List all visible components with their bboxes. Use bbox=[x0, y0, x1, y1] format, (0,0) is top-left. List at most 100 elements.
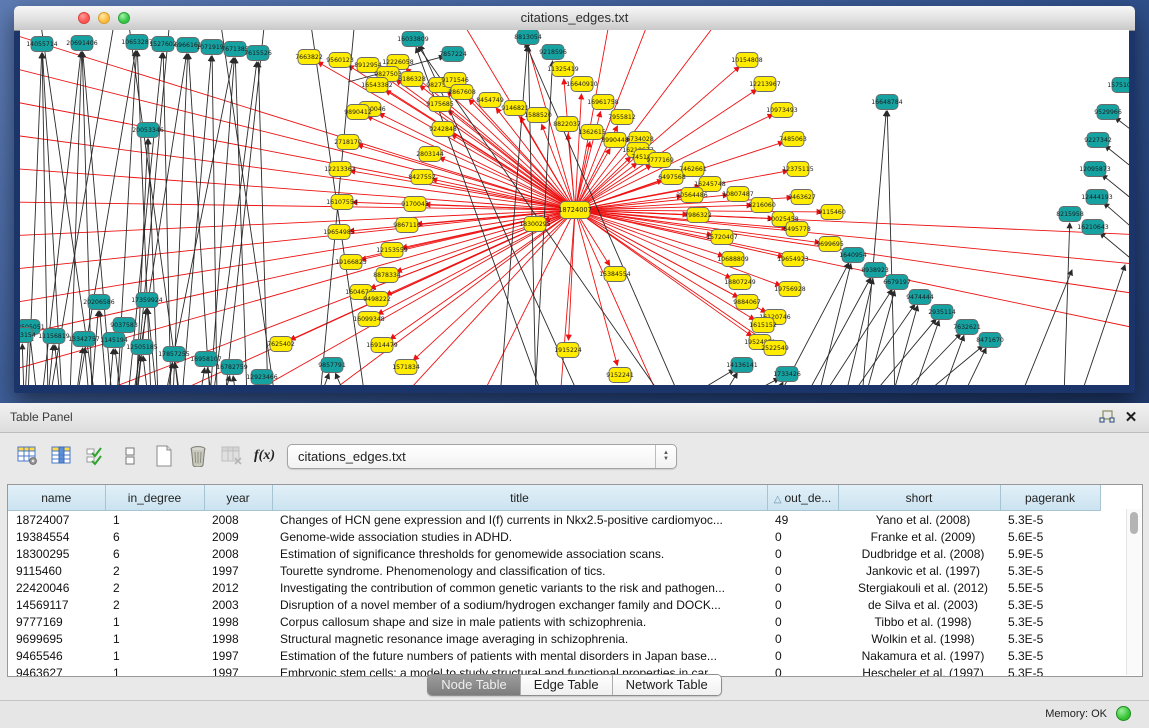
network-node[interactable]: 1527602 bbox=[149, 37, 177, 52]
network-node[interactable]: 14055714 bbox=[26, 37, 58, 52]
network-node[interactable]: 2935114 bbox=[928, 305, 956, 320]
float-panel-icon[interactable] bbox=[1097, 408, 1117, 426]
network-node[interactable]: 2803144 bbox=[416, 147, 444, 162]
network-node[interactable]: 9227342 bbox=[1084, 133, 1112, 148]
network-node[interactable]: 9857791 bbox=[318, 358, 346, 373]
network-node[interactable]: 8878334 bbox=[373, 268, 401, 283]
network-node[interactable]: 7485063 bbox=[779, 132, 807, 147]
network-node[interactable]: 12213363 bbox=[324, 162, 356, 177]
network-node[interactable]: 7857224 bbox=[439, 47, 467, 62]
network-node[interactable]: 8822037 bbox=[553, 117, 581, 132]
scrollbar-thumb[interactable] bbox=[1130, 512, 1138, 534]
network-node[interactable]: 10653287 bbox=[121, 35, 153, 50]
table-settings-icon[interactable] bbox=[14, 443, 41, 469]
dropdown-stepper-icon[interactable]: ▲▼ bbox=[655, 445, 676, 468]
network-node[interactable]: 1915224 bbox=[554, 343, 582, 358]
network-node[interactable]: 16961758 bbox=[587, 95, 619, 110]
close-panel-icon[interactable]: ✕ bbox=[1121, 408, 1141, 426]
network-node[interactable]: 9242848 bbox=[429, 122, 457, 137]
network-node[interactable]: 9498222 bbox=[363, 292, 391, 307]
network-node[interactable]: 16099348 bbox=[353, 312, 385, 327]
network-node[interactable]: 9560123 bbox=[326, 53, 354, 68]
show-column-icon[interactable] bbox=[48, 443, 75, 469]
table-row[interactable]: 1456911722003Disruption of a novel membe… bbox=[8, 596, 1100, 613]
network-node[interactable]: 2522549 bbox=[761, 341, 789, 356]
delete-trash-icon[interactable] bbox=[184, 443, 211, 469]
network-node[interactable]: 7955812 bbox=[608, 110, 636, 125]
network-node[interactable]: 7986322 bbox=[684, 208, 712, 223]
table-row[interactable]: 911546021997Tourette syndrome. Phenomeno… bbox=[8, 562, 1100, 579]
network-node[interactable]: 9890412 bbox=[344, 105, 372, 120]
column-header-title[interactable]: title bbox=[272, 485, 767, 511]
table-row[interactable]: 977716911998Corpus callosum shape and si… bbox=[8, 613, 1100, 630]
network-node[interactable]: 1571834 bbox=[392, 360, 420, 375]
network-node[interactable]: 10154808 bbox=[731, 53, 763, 68]
network-node[interactable]: 10807487 bbox=[722, 187, 754, 202]
network-canvas[interactable]: 1405571420691406106532871527602696616110… bbox=[20, 30, 1129, 385]
network-node[interactable]: 15384554 bbox=[599, 267, 631, 282]
network-node[interactable]: 7632621 bbox=[953, 320, 981, 335]
tab-edge-table[interactable]: Edge Table bbox=[520, 675, 612, 695]
network-node[interactable]: 8186328 bbox=[398, 72, 426, 87]
row-height-icon[interactable] bbox=[116, 443, 143, 469]
network-node[interactable]: 20206586 bbox=[83, 295, 115, 310]
network-node[interactable]: 6497568 bbox=[658, 170, 686, 185]
network-node[interactable]: 6495778 bbox=[783, 222, 811, 237]
network-node[interactable]: 1733426 bbox=[773, 367, 801, 382]
network-node[interactable]: 8215958 bbox=[1056, 207, 1084, 222]
table-row[interactable]: 2242004622012Investigating the contribut… bbox=[8, 579, 1100, 596]
network-node[interactable]: 15751074 bbox=[1107, 78, 1129, 93]
table-row[interactable]: 1938455462009Genome-wide association stu… bbox=[8, 528, 1100, 545]
network-node[interactable]: 12444193 bbox=[1081, 190, 1113, 205]
select-rows-icon[interactable] bbox=[82, 443, 109, 469]
network-node[interactable]: 17359924 bbox=[131, 293, 163, 308]
network-node[interactable]: 2867608 bbox=[448, 85, 476, 100]
network-node[interactable]: 12505185 bbox=[126, 340, 158, 355]
tab-network-table[interactable]: Network Table bbox=[612, 675, 721, 695]
column-header-pagerank[interactable]: pagerank bbox=[1000, 485, 1100, 511]
network-node[interactable]: 6679197 bbox=[883, 275, 911, 290]
network-node[interactable]: 9170043 bbox=[401, 197, 429, 212]
network-node[interactable]: 2718170 bbox=[334, 135, 362, 150]
network-node[interactable]: 9463627 bbox=[788, 190, 816, 205]
network-node[interactable]: 12375115 bbox=[782, 162, 814, 177]
network-node[interactable]: 1615152 bbox=[749, 318, 777, 333]
network-node[interactable]: 12095873 bbox=[1079, 162, 1111, 177]
network-node[interactable]: 9115460 bbox=[818, 205, 846, 220]
network-table-dropdown[interactable]: citations_edges.txt ▲▼ bbox=[287, 444, 677, 469]
network-node[interactable]: 7663822 bbox=[295, 50, 323, 65]
network-node[interactable]: 8454749 bbox=[476, 93, 504, 108]
network-node[interactable]: 9884067 bbox=[733, 295, 761, 310]
network-node[interactable]: 7625402 bbox=[267, 337, 295, 352]
column-header-name[interactable]: name bbox=[8, 485, 105, 511]
network-node[interactable]: 9699695 bbox=[816, 237, 844, 252]
network-node[interactable]: 1145194 bbox=[100, 333, 128, 348]
network-node[interactable]: 7615526 bbox=[244, 46, 272, 61]
column-header-out_de[interactable]: △out_de... bbox=[767, 485, 838, 511]
network-node[interactable]: 19756928 bbox=[774, 282, 806, 297]
table-row[interactable]: 1830029562008Estimation of significance … bbox=[8, 545, 1100, 562]
network-node[interactable]: 1640954 bbox=[839, 248, 867, 263]
network-node[interactable]: 8938923 bbox=[861, 263, 889, 278]
network-node[interactable]: 20691406 bbox=[66, 36, 98, 51]
new-document-icon[interactable] bbox=[150, 443, 177, 469]
network-node[interactable]: 16914479 bbox=[366, 338, 398, 353]
network-node[interactable]: 14136141 bbox=[726, 358, 758, 373]
network-hub-node[interactable]: 18724007 bbox=[558, 202, 592, 219]
network-node[interactable]: 8813054 bbox=[514, 30, 542, 45]
network-node[interactable]: 1588520 bbox=[524, 108, 552, 123]
network-node[interactable]: 9529966 bbox=[1094, 105, 1122, 120]
network-node[interactable]: 9152241 bbox=[606, 368, 634, 383]
table-row[interactable]: 946554611997Estimation of the future num… bbox=[8, 647, 1100, 664]
tab-node-table[interactable]: Node Table bbox=[428, 675, 520, 695]
network-window[interactable]: citations_edges.txt 14055714206914061065… bbox=[14, 6, 1135, 393]
table-scrollbar[interactable] bbox=[1126, 509, 1141, 675]
network-node[interactable]: 9037583 bbox=[110, 318, 138, 333]
table-row[interactable]: 969969511998Structural magnetic resonanc… bbox=[8, 630, 1100, 647]
network-node[interactable]: 9777169 bbox=[646, 153, 674, 168]
network-node[interactable]: 8216060 bbox=[748, 198, 776, 213]
column-header-year[interactable]: year bbox=[204, 485, 272, 511]
function-icon[interactable]: f(x) bbox=[254, 448, 275, 464]
network-node[interactable]: 16640910 bbox=[566, 77, 598, 92]
network-node[interactable]: 12213967 bbox=[749, 77, 781, 92]
